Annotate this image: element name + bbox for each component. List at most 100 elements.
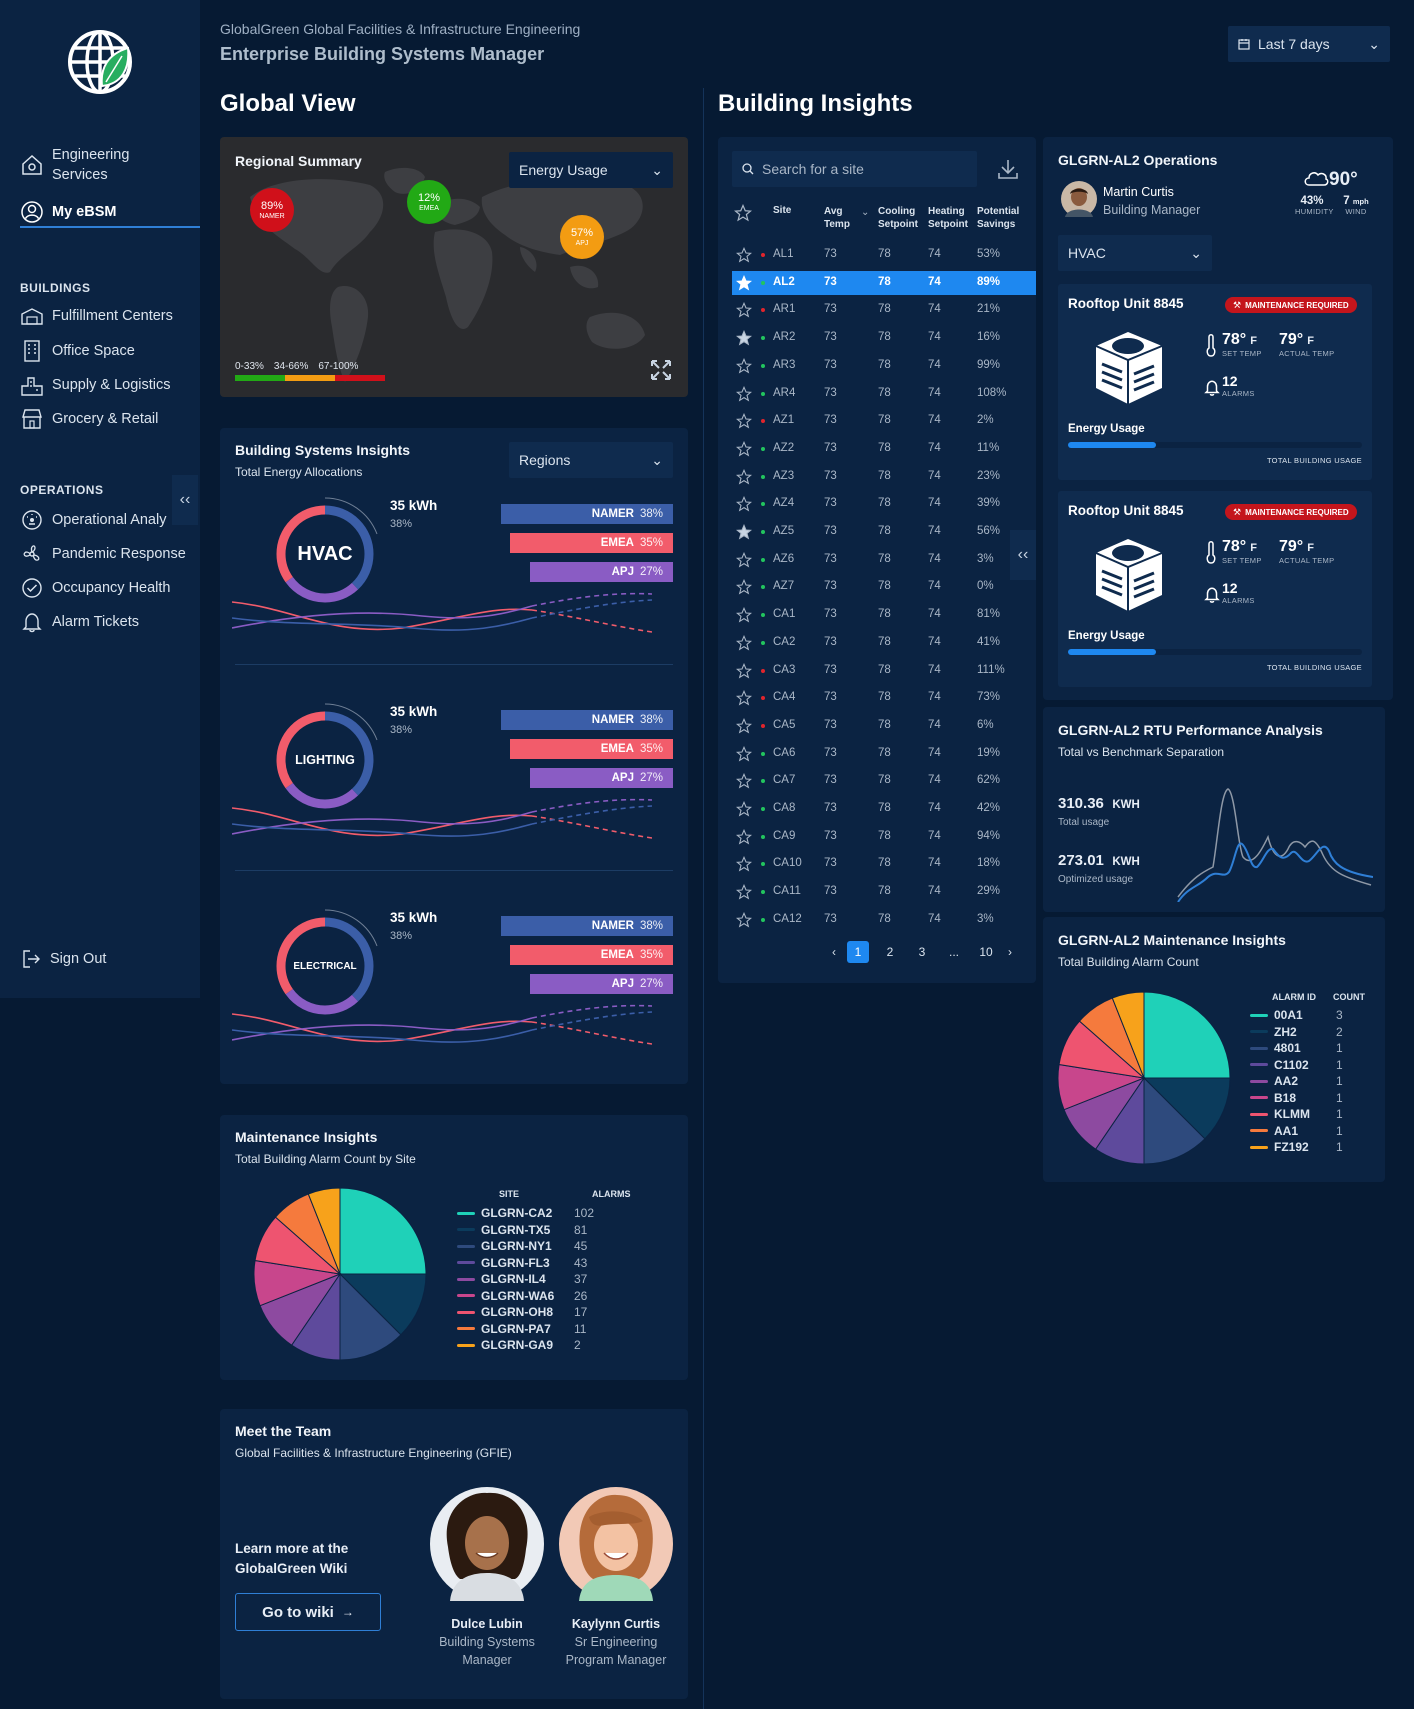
col-site[interactable]: Site	[773, 205, 791, 216]
nav-operational-analytics[interactable]: Operational Analy	[20, 509, 166, 531]
nav-engineering-services[interactable]: Engineering Services	[20, 145, 129, 185]
nav-fulfillment-centers[interactable]: Fulfillment Centers	[20, 306, 173, 326]
go-to-wiki-button[interactable]: Go to wiki →	[235, 1593, 381, 1631]
table-row[interactable]: CA4 73 78 74 73%	[732, 686, 1036, 710]
bubble-region: APJ	[575, 239, 589, 247]
star-filled-icon[interactable]	[736, 330, 752, 346]
table-row[interactable]: AZ5 73 78 74 56%	[732, 520, 1036, 544]
star-outline-icon[interactable]	[736, 385, 752, 402]
table-row[interactable]: CA7 73 78 74 62%	[732, 769, 1036, 793]
table-row[interactable]: AL1 73 78 74 53%	[732, 243, 1036, 267]
system-select[interactable]: HVAC ⌄	[1058, 235, 1212, 271]
star-outline-icon[interactable]	[736, 607, 752, 623]
star-outline-icon[interactable]	[736, 440, 752, 457]
cell-savings: 3%	[977, 552, 994, 565]
nav-grocery-retail[interactable]: Grocery & Retail	[20, 408, 158, 430]
star-outline-icon[interactable]	[736, 745, 752, 762]
table-row[interactable]: CA6 73 78 74 19%	[732, 742, 1036, 766]
download-icon[interactable]	[996, 157, 1020, 181]
col-avg-temp[interactable]: Avg Temp	[824, 205, 850, 231]
page-button[interactable]: 3	[911, 941, 933, 963]
table-row[interactable]: CA8 73 78 74 42%	[732, 797, 1036, 821]
star-outline-icon[interactable]	[736, 911, 752, 928]
table-row[interactable]: CA11 73 78 74 29%	[732, 880, 1036, 904]
table-row[interactable]: CA10 73 78 74 18%	[732, 852, 1036, 876]
star-filled-icon[interactable]	[736, 274, 752, 291]
region-bubble-namer[interactable]: 89% NAMER	[250, 188, 294, 232]
nav-pandemic-response[interactable]: Pandemic Response	[20, 543, 186, 565]
table-row[interactable]: AR1 73 78 74 21%	[732, 298, 1036, 322]
site-search-input[interactable]: Search for a site	[732, 151, 977, 187]
sign-out-button[interactable]: Sign Out	[20, 948, 106, 970]
page-button[interactable]: ...	[943, 941, 965, 963]
nav-supply-logistics[interactable]: Supply & Logistics	[20, 374, 170, 396]
star-outline-icon[interactable]	[736, 828, 752, 845]
star-outline-icon[interactable]	[736, 690, 752, 706]
table-row[interactable]: AZ2 73 78 74 11%	[732, 437, 1036, 461]
table-row[interactable]: CA1 73 78 74 81%	[732, 603, 1036, 627]
nav-my-ebsm[interactable]: My eBSM	[20, 200, 116, 224]
nav-office-space[interactable]: Office Space	[20, 340, 135, 362]
star-outline-icon[interactable]	[736, 302, 752, 318]
star-outline-icon[interactable]	[736, 773, 752, 789]
table-row[interactable]: AZ4 73 78 74 39%	[732, 492, 1036, 516]
energy-kwh: 35 kWh	[390, 498, 438, 513]
table-row[interactable]: CA5 73 78 74 6%	[732, 714, 1036, 738]
wiki-blurb: Learn more at the GlobalGreen Wiki	[235, 1539, 348, 1579]
table-row[interactable]: CA2 73 78 74 41%	[732, 631, 1036, 655]
star-outline-icon[interactable]	[736, 468, 752, 485]
col-savings[interactable]: Potential Savings	[977, 205, 1019, 231]
star-filled-icon[interactable]	[736, 524, 752, 540]
page-button[interactable]: 10	[975, 941, 997, 963]
scale-label-mid: 34-66%	[273, 361, 309, 372]
status-dot	[761, 253, 765, 257]
table-row[interactable]: CA3 73 78 74 111%	[732, 659, 1036, 683]
table-row[interactable]: AL2 73 78 74 89%	[732, 270, 1036, 295]
cell-heating: 74	[928, 303, 941, 316]
table-row[interactable]: CA9 73 78 74 94%	[732, 825, 1036, 849]
star-outline-icon[interactable]	[736, 662, 752, 679]
prev-page-icon[interactable]: ‹	[821, 945, 847, 959]
page-button[interactable]: 1	[847, 941, 869, 963]
star-outline-icon[interactable]	[736, 856, 752, 872]
table-row[interactable]: AZ6 73 78 74 3%	[732, 548, 1036, 572]
star-outline-icon[interactable]	[736, 634, 752, 651]
next-page-icon[interactable]: ›	[997, 945, 1023, 959]
table-row[interactable]: AZ3 73 78 74 23%	[732, 465, 1036, 489]
star-outline-icon[interactable]	[736, 357, 752, 374]
group-divider	[235, 870, 673, 871]
table-collapse-button[interactable]: ‹‹	[1010, 530, 1036, 580]
sort-chevron-icon[interactable]: ⌄	[861, 207, 869, 218]
status-dot	[761, 474, 765, 479]
table-row[interactable]: AR3 73 78 74 99%	[732, 354, 1036, 378]
region-bubble-apj[interactable]: 57% APJ	[560, 215, 604, 259]
table-row[interactable]: AZ1 73 78 74 2%	[732, 409, 1036, 433]
expand-icon[interactable]	[650, 359, 672, 381]
page-button[interactable]: 2	[879, 941, 901, 963]
col-heating[interactable]: Heating Setpoint	[928, 205, 968, 231]
regions-select[interactable]: Regions ⌄	[509, 442, 673, 478]
date-range-select[interactable]: Last 7 days ⌄	[1228, 26, 1390, 62]
table-row[interactable]: CA12 73 78 74 3%	[732, 908, 1036, 932]
star-outline-icon[interactable]	[736, 496, 752, 512]
star-outline-icon[interactable]	[736, 413, 752, 429]
star-outline-icon[interactable]	[736, 579, 752, 595]
rooftop-unit-card[interactable]: Rooftop Unit 8845 ⚒ MAINTENANCE REQUIRED 78…	[1058, 491, 1372, 687]
table-row[interactable]: AR2 73 78 74 16%	[732, 326, 1036, 350]
col-cooling[interactable]: Cooling Setpoint	[878, 205, 918, 231]
star-outline-icon[interactable]	[736, 717, 752, 734]
star-outline-icon[interactable]	[736, 884, 752, 900]
star-outline-icon[interactable]	[736, 551, 752, 568]
star-outline-icon[interactable]	[734, 204, 752, 222]
metric-select[interactable]: Energy Usage ⌄	[509, 152, 673, 188]
sidebar-collapse-button[interactable]: ‹‹	[172, 475, 198, 525]
rooftop-unit-card[interactable]: Rooftop Unit 8845 ⚒ MAINTENANCE REQUIRED 78…	[1058, 284, 1372, 480]
status-dot	[761, 280, 765, 285]
nav-occupancy-health[interactable]: Occupancy Health	[20, 577, 170, 599]
star-outline-icon[interactable]	[736, 247, 752, 263]
star-outline-icon[interactable]	[736, 801, 752, 817]
region-bubble-emea[interactable]: 12% EMEA	[407, 180, 451, 224]
table-row[interactable]: AR4 73 78 74 108%	[732, 382, 1036, 406]
nav-alarm-tickets[interactable]: Alarm Tickets	[20, 611, 139, 633]
table-row[interactable]: AZ7 73 78 74 0%	[732, 575, 1036, 599]
